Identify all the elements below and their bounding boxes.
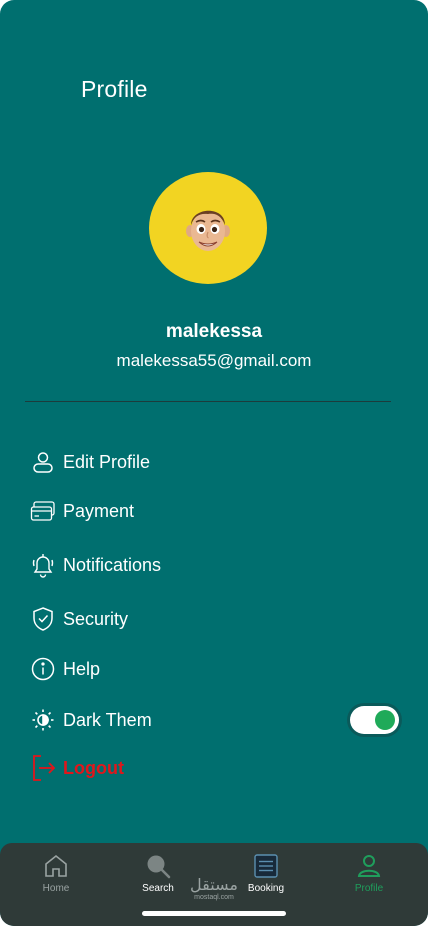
nav-label-search: Search xyxy=(142,883,174,894)
menu-item-label: Logout xyxy=(63,757,124,778)
menu-item-label: Payment xyxy=(63,500,135,521)
list-icon xyxy=(254,854,278,878)
home-indicator xyxy=(142,911,286,916)
menu-item-dark-theme: Dark Them xyxy=(30,705,152,735)
toggle-knob xyxy=(375,710,395,730)
nav-label-home: Home xyxy=(42,883,70,894)
menu-item-notifications[interactable]: Notifications xyxy=(30,550,161,580)
nav-label-profile: Profile xyxy=(354,883,384,894)
profile-screen: Profile malekessa malekessa55@gmail.com xyxy=(0,0,428,926)
menu-item-label: Dark Them xyxy=(63,709,152,730)
home-icon xyxy=(45,854,67,877)
user-email: malekessa55@gmail.com xyxy=(116,351,312,370)
user-name: malekessa xyxy=(165,321,263,342)
menu-item-label: Security xyxy=(63,608,129,629)
user-icon xyxy=(30,449,56,475)
bell-icon xyxy=(30,552,56,578)
menu-item-label: Help xyxy=(63,658,101,679)
watermark: مستقل mostaql.com xyxy=(186,878,242,902)
nav-label-booking: Booking xyxy=(247,883,285,894)
dark-theme-toggle[interactable] xyxy=(350,706,399,734)
info-icon xyxy=(30,656,56,682)
memoji-face-icon xyxy=(186,210,230,251)
page-title: Profile xyxy=(81,76,148,102)
profile-icon xyxy=(357,855,381,877)
watermark-arabic: مستقل xyxy=(190,877,238,894)
brightness-icon xyxy=(30,707,56,733)
menu-item-label: Edit Profile xyxy=(63,451,151,472)
watermark-latin: mostaql.com xyxy=(194,894,234,901)
nav-item-profile[interactable]: Profile xyxy=(324,853,414,894)
logout-button[interactable]: Logout xyxy=(30,753,124,783)
menu-item-label: Notifications xyxy=(63,554,162,575)
avatar[interactable] xyxy=(149,172,267,284)
logout-icon xyxy=(30,755,56,781)
menu-item-edit-profile[interactable]: Edit Profile xyxy=(30,447,150,477)
shield-check-icon xyxy=(30,606,56,632)
menu-item-help[interactable]: Help xyxy=(30,654,100,684)
credit-card-icon xyxy=(30,498,56,524)
nav-item-home[interactable]: Home xyxy=(11,853,101,894)
menu-item-security[interactable]: Security xyxy=(30,604,128,634)
menu-item-payment[interactable]: Payment xyxy=(30,496,134,526)
search-icon xyxy=(147,855,171,879)
divider xyxy=(25,401,391,402)
